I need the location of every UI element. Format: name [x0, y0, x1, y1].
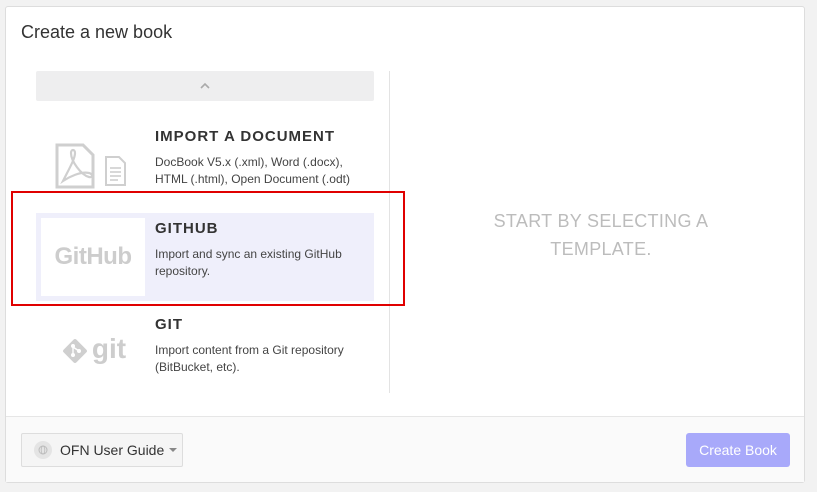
template-name: IMPORT A DOCUMENT — [155, 128, 336, 145]
template-description: Import content from a Git repository (Bi… — [155, 343, 344, 374]
avatar — [34, 441, 52, 459]
template-github[interactable]: GitHub GITHUB Import and sync an existin… — [36, 213, 374, 301]
template-name: GITHUB — [155, 220, 219, 237]
github-logo: GitHub — [41, 218, 145, 296]
caret-down-icon — [169, 448, 178, 452]
template-description: DocBook V5.x (.xml), Word (.docx), HTML … — [155, 155, 350, 186]
template-list: IMPORT A DOCUMENT DocBook V5.x (.xml), W… — [36, 71, 374, 393]
template-description: Import and sync an existing GitHub repos… — [155, 247, 342, 278]
dialog-title: Create a new book — [21, 22, 173, 42]
create-book-button[interactable]: Create Book — [686, 433, 790, 467]
dialog-footer: OFN User Guide Create Book — [6, 416, 804, 482]
scroll-up-button[interactable] — [36, 71, 374, 101]
preview-placeholder: START BY SELECTING A TEMPLATE. — [493, 211, 709, 259]
pdf-document-icon — [41, 121, 145, 211]
globe-icon — [38, 445, 48, 455]
template-git[interactable]: git GIT Import content from a Git reposi… — [36, 307, 374, 393]
github-logo-text: GitHub — [54, 243, 132, 270]
create-book-dialog: Create a new book IMPORT A DOCUMENT DocB… — [5, 6, 805, 483]
owner-select[interactable]: OFN User Guide — [21, 433, 183, 467]
template-name: GIT — [155, 316, 183, 333]
chevron-up-icon — [200, 82, 210, 89]
git-logo-text: git — [91, 333, 127, 364]
git-logo: git — [41, 313, 145, 389]
git-diamond-icon — [62, 339, 87, 363]
template-import-document[interactable]: IMPORT A DOCUMENT DocBook V5.x (.xml), W… — [36, 115, 374, 211]
panel-divider — [389, 71, 390, 393]
owner-label: OFN User Guide — [60, 442, 165, 458]
